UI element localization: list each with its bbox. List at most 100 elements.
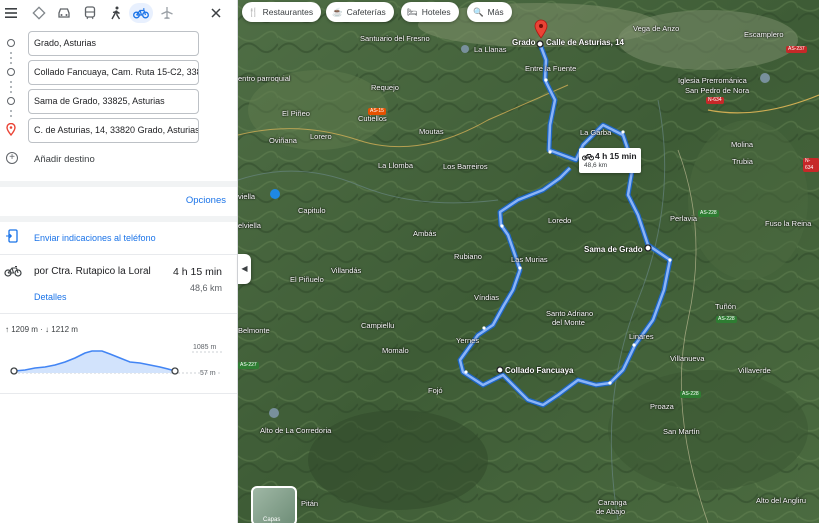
maps-app: Grado, Asturias Collado Fancuaya, Cam. R… xyxy=(0,0,819,523)
connector-dots xyxy=(10,86,12,88)
place-label[interactable]: Capitulo xyxy=(298,206,326,215)
place-label[interactable]: El Piñeo xyxy=(282,109,310,118)
place-label[interactable]: Momalo xyxy=(382,346,409,355)
directions-panel: Grado, Asturias Collado Fancuaya, Cam. R… xyxy=(0,0,238,523)
destination-pin-icon xyxy=(6,123,16,136)
place-label[interactable]: San Martín xyxy=(663,427,700,436)
place-label[interactable]: La Llanas xyxy=(474,45,507,54)
options-button[interactable]: Opciones xyxy=(186,195,226,206)
place-label[interactable]: La Garba xyxy=(580,128,611,137)
menu-icon[interactable] xyxy=(2,3,22,23)
place-label[interactable]: El Piñuelo xyxy=(290,275,324,284)
place-label[interactable]: Vega de Anzo xyxy=(633,24,679,33)
waypoint-input[interactable]: Sama de Grado, 33825, Asturias xyxy=(28,89,199,114)
connector-dots xyxy=(10,52,12,54)
place-label[interactable]: Alto de La Corredoria xyxy=(260,426,331,435)
place-label[interactable]: Ambás xyxy=(413,229,436,238)
place-label[interactable]: Tuñón xyxy=(715,302,736,311)
chip-restaurants[interactable]: 🍴 Restaurantes xyxy=(242,2,322,22)
place-label[interactable]: Loredo xyxy=(548,216,571,225)
place-label[interactable]: de Abajo xyxy=(596,507,625,516)
chip-cafes[interactable]: ☕ Cafeterías xyxy=(326,2,394,22)
place-label[interactable]: Perlavia xyxy=(670,214,697,223)
place-label[interactable]: Cutiellos xyxy=(358,114,387,123)
place-label[interactable]: Campiellu xyxy=(361,321,394,330)
route-name[interactable]: por Ctra. Rutapico la Loral xyxy=(34,266,151,277)
car-icon[interactable] xyxy=(54,3,74,23)
place-label[interactable]: Collado Fancuaya xyxy=(505,366,573,375)
close-icon[interactable] xyxy=(206,3,226,23)
origin-input[interactable]: Grado, Asturias xyxy=(28,31,199,56)
place-label[interactable]: Lorero xyxy=(310,132,332,141)
place-label[interactable]: Víndias xyxy=(474,293,499,302)
place-label[interactable]: Las Murias xyxy=(511,255,548,264)
satellite-map[interactable]: 🍴 Restaurantes ☕ Cafeterías 🛏 Hoteles 🔍 … xyxy=(238,0,819,523)
place-label[interactable]: viella xyxy=(238,192,255,201)
place-label[interactable]: La Llomba xyxy=(378,161,413,170)
place-label[interactable]: entro parroquial xyxy=(238,74,291,83)
place-label[interactable]: elviella xyxy=(238,221,261,230)
place-label[interactable]: Villandás xyxy=(331,266,361,275)
add-destination-button[interactable]: Añadir destino xyxy=(34,154,95,165)
collapse-panel-button[interactable]: ◀ xyxy=(238,254,251,284)
place-label[interactable]: Sama de Grado xyxy=(584,245,643,254)
place-label[interactable]: del Monte xyxy=(552,318,585,327)
best-route-icon[interactable] xyxy=(29,3,49,23)
place-label[interactable]: Alto del Angliru xyxy=(756,496,806,505)
place-label[interactable]: Calle de Asturias, 14 xyxy=(546,38,624,47)
send-to-phone-link[interactable]: Enviar indicaciones al teléfono xyxy=(34,233,156,243)
map-route-duration: 4 h 15 min xyxy=(595,151,637,161)
hotel-icon: 🛏 xyxy=(407,7,418,17)
place-label[interactable]: Trubia xyxy=(732,157,753,166)
divider xyxy=(0,313,237,314)
place-label[interactable]: Yernes xyxy=(456,336,479,345)
place-label[interactable]: Entre la Fuente xyxy=(525,64,576,73)
elevation-summary: ↑ 1209 m · ↓ 1212 m xyxy=(5,325,78,334)
road-shield: AS-228 xyxy=(716,316,737,323)
place-label[interactable]: Fuso la Reina xyxy=(765,219,811,228)
place-label[interactable]: Iglesia Prerrománica xyxy=(678,76,747,85)
place-label[interactable]: Molina xyxy=(731,140,753,149)
place-label[interactable]: Escamplero xyxy=(744,30,784,39)
place-label[interactable]: Fojó xyxy=(428,386,443,395)
coffee-icon: ☕ xyxy=(332,7,343,17)
chip-more[interactable]: 🔍 Más xyxy=(467,2,512,22)
place-label[interactable]: Santo Adriano xyxy=(546,309,593,318)
place-label[interactable]: Requejo xyxy=(371,83,399,92)
layers-toggle-button[interactable]: Capas xyxy=(251,486,297,523)
add-icon[interactable]: + xyxy=(6,152,18,164)
place-label[interactable]: Villanueva xyxy=(670,354,704,363)
map-route-summary[interactable]: 4 h 15 min 48,6 km xyxy=(579,148,641,173)
place-label[interactable]: Belmonte xyxy=(238,326,270,335)
chip-label: Restaurantes xyxy=(262,7,314,17)
place-label[interactable]: Pitán xyxy=(301,499,318,508)
bicycle-icon[interactable] xyxy=(129,3,153,23)
place-label[interactable]: Moutas xyxy=(419,127,444,136)
waypoint-input[interactable]: Collado Fancuaya, Cam. Ruta 15-C2, 33829 xyxy=(28,60,199,85)
place-label[interactable]: Rubiano xyxy=(454,252,482,261)
divider xyxy=(0,393,237,394)
place-label[interactable]: Grado xyxy=(512,38,536,47)
travel-mode-bar xyxy=(0,0,237,25)
place-label[interactable]: Oviñana xyxy=(269,136,297,145)
place-label[interactable]: Caranga xyxy=(598,498,627,507)
chip-hotels[interactable]: 🛏 Hoteles xyxy=(401,2,459,22)
road-shield: N-634 xyxy=(706,97,724,104)
flight-icon[interactable] xyxy=(157,3,177,23)
divider xyxy=(0,254,237,255)
place-label[interactable]: Santuario del Fresno xyxy=(360,34,430,43)
details-link[interactable]: Detalles xyxy=(34,292,67,302)
place-label[interactable]: San Pedro de Nora xyxy=(685,86,749,95)
connector-dots xyxy=(10,57,12,59)
descent-arrow-icon: · ↓ xyxy=(40,325,50,334)
profile-start-marker xyxy=(10,367,18,375)
transit-icon[interactable] xyxy=(80,3,100,23)
place-label[interactable]: Linares xyxy=(629,332,654,341)
divider xyxy=(0,216,237,222)
place-label[interactable]: Villaverde xyxy=(738,366,771,375)
walking-icon[interactable] xyxy=(106,3,126,23)
ascent-value: 1209 m xyxy=(11,325,38,334)
place-label[interactable]: Los Barreiros xyxy=(443,162,488,171)
destination-input[interactable]: C. de Asturias, 14, 33820 Grado, Asturia… xyxy=(28,118,199,143)
place-label[interactable]: Proaza xyxy=(650,402,674,411)
